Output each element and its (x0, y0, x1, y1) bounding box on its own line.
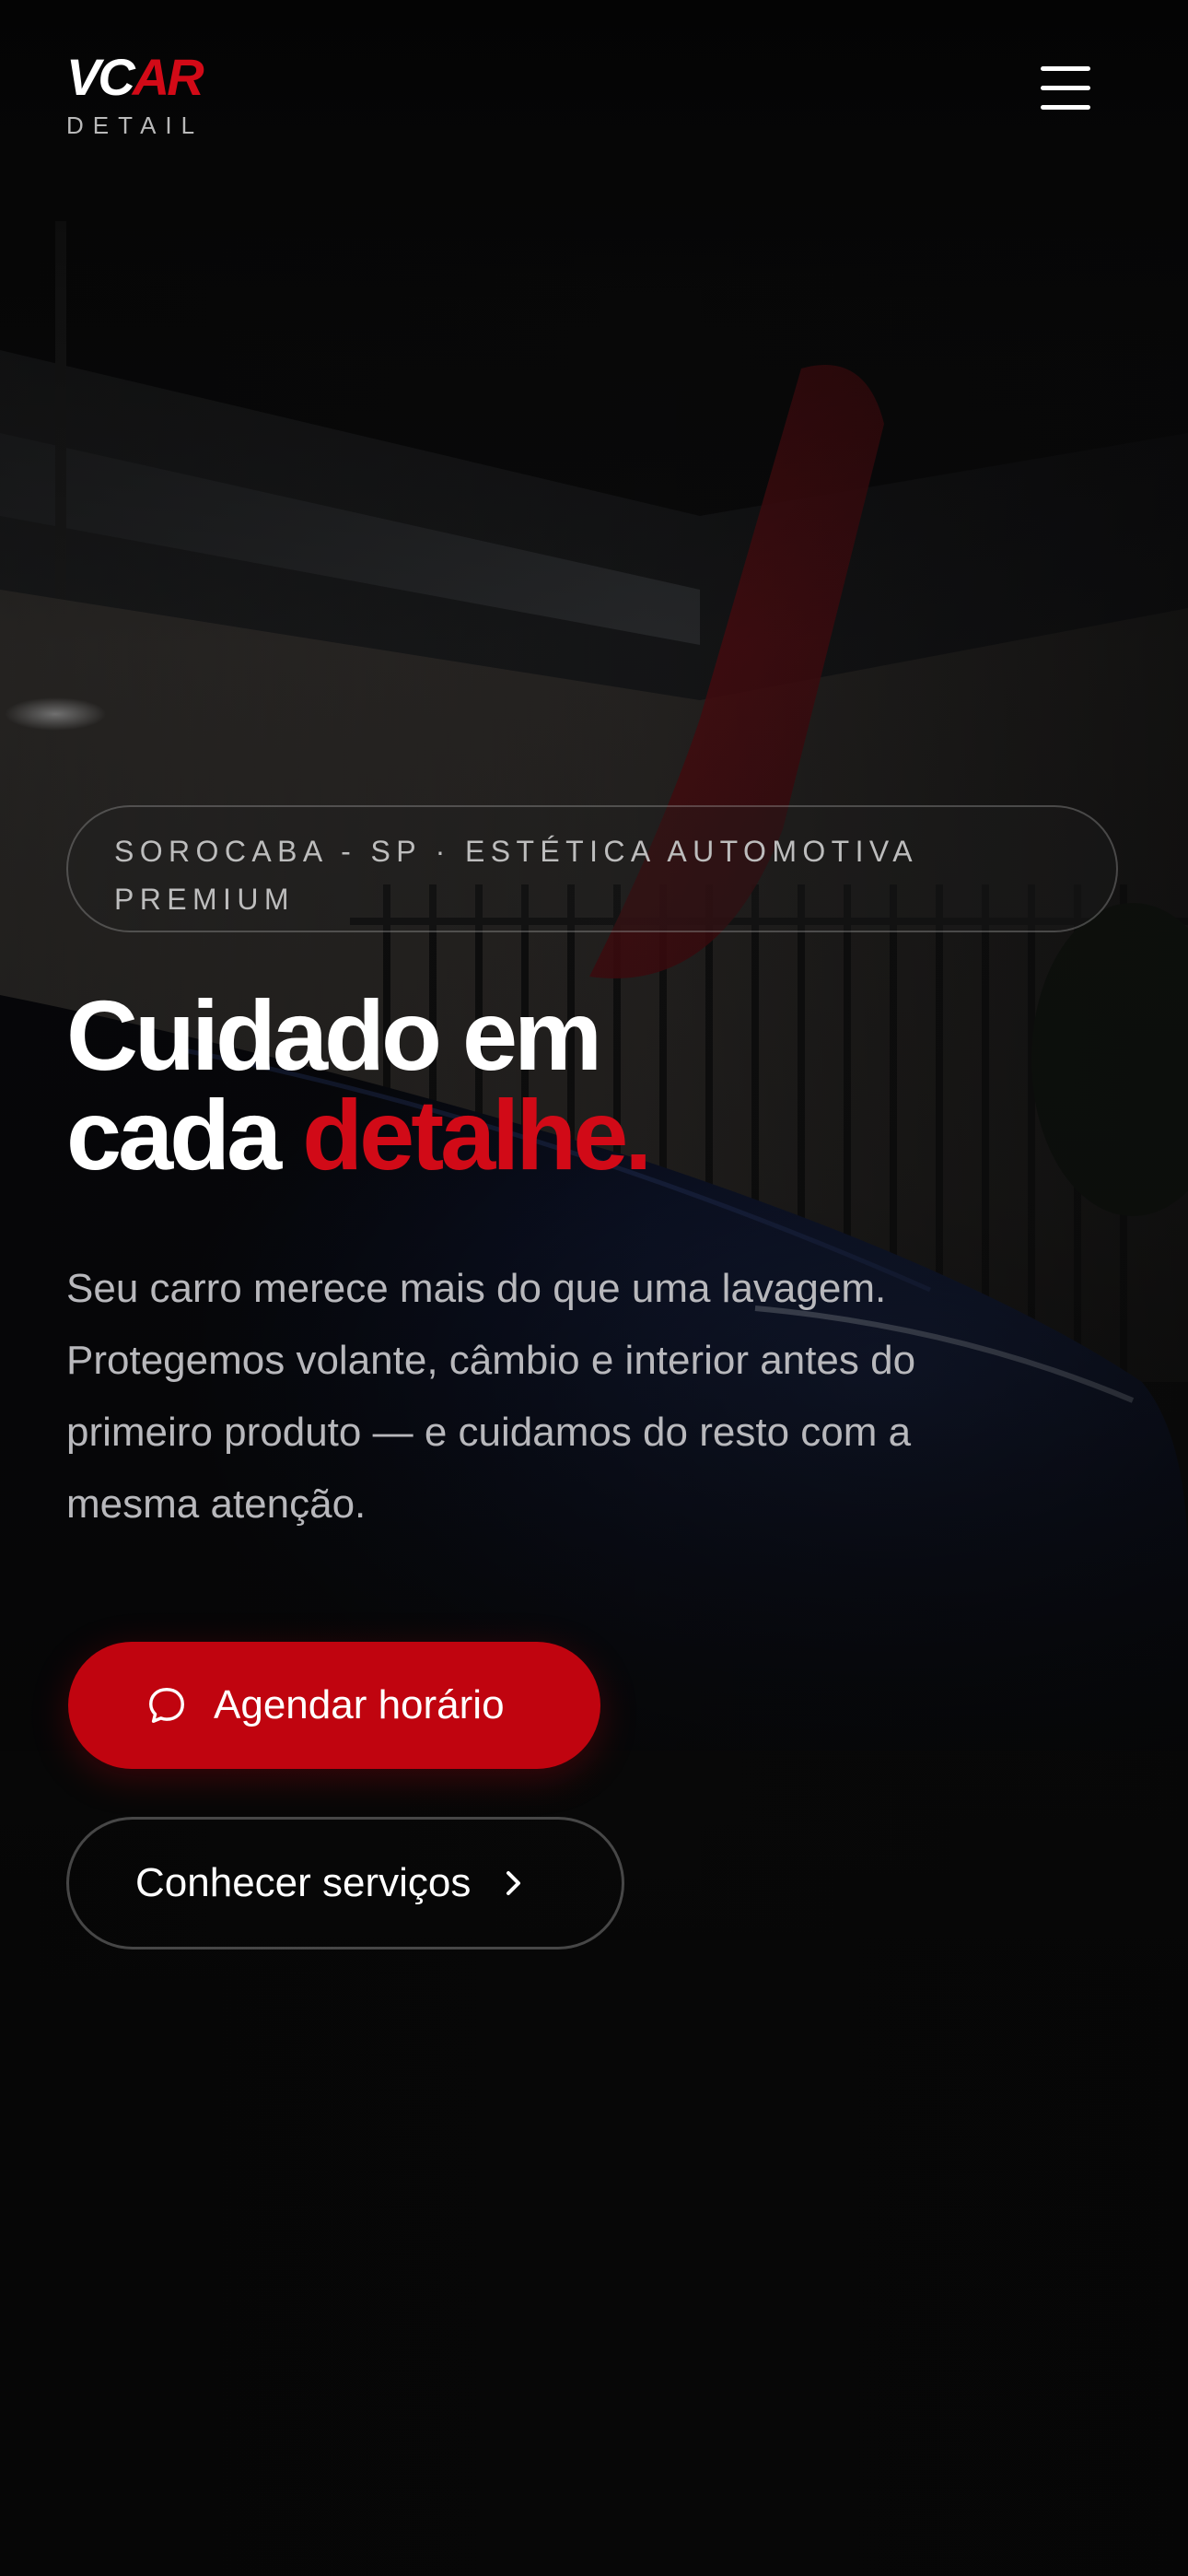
location-label: SOROCABA - SP · ESTÉTICA AUTOMOTIVA PREM… (114, 835, 917, 916)
logo-mark-white: VC (66, 48, 135, 106)
hero-title-accent: detalhe. (302, 1079, 652, 1190)
logo-mark-red: AR (132, 48, 204, 106)
logo-subtitle: DETAIL (66, 111, 204, 139)
services-button-label: Conhecer serviços (135, 1860, 472, 1905)
schedule-button[interactable]: Agendar horário (68, 1642, 600, 1769)
chevron-right-icon (507, 1871, 521, 1895)
page: VCAR DETAIL SOROCABA - SP · ESTÉTICA AUT… (0, 0, 1188, 2576)
schedule-button-label: Agendar horário (214, 1682, 505, 1727)
location-badge: SOROCABA - SP · ESTÉTICA AUTOMOTIVA PREM… (66, 805, 1118, 932)
logo-mark: VCAR (66, 52, 250, 103)
menu-line-top (1041, 66, 1090, 71)
hero-title-line2: cada (66, 1079, 303, 1190)
schedule-button-content: Agendar horário (146, 1642, 505, 1769)
site-header: VCAR DETAIL (0, 0, 1188, 175)
hero-title-line1: Cuidado em (66, 979, 602, 1091)
menu-button[interactable] (1033, 57, 1100, 118)
menu-line-bottom (1041, 105, 1090, 110)
hero-description: Seu carro merece mais do que uma lavagem… (66, 1266, 916, 1527)
menu-line-middle (1041, 86, 1090, 90)
hero-title: Cuidado em cada detalhe. (66, 986, 1079, 1185)
services-button-content: Conhecer serviços (135, 1820, 528, 1947)
services-button[interactable]: Conhecer serviços (66, 1817, 624, 1950)
chat-bubble-icon (149, 1688, 184, 1723)
logo-link[interactable]: VCAR DETAIL (66, 52, 250, 144)
